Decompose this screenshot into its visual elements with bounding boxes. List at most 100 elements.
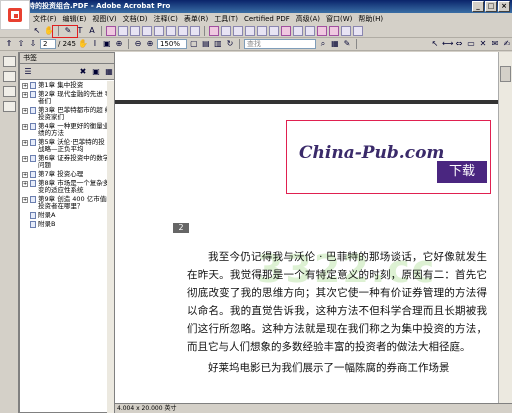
transparency-icon[interactable]: ▦ (330, 39, 340, 49)
menu-window[interactable]: 窗口(W) (323, 13, 355, 25)
article-tool-icon[interactable] (329, 26, 339, 36)
rotate-icon[interactable]: ↻ (225, 39, 235, 49)
menu-comments[interactable]: 注释(C) (151, 13, 181, 25)
hand-icon[interactable]: ✋ (78, 39, 88, 49)
comment-icon[interactable]: ✉ (490, 39, 500, 49)
table-tool-icon[interactable] (257, 26, 267, 36)
download-button[interactable]: 下载 (437, 161, 487, 183)
page-number-input[interactable]: 2 (40, 39, 56, 49)
scrollbar-thumb[interactable] (500, 66, 511, 82)
bookmark-page-icon (30, 171, 36, 178)
bookmark-item[interactable]: + 第9章 创造 400 亿市值的 投资者在哪里？ (20, 196, 114, 210)
image-tool-icon[interactable] (190, 26, 200, 36)
menu-tools[interactable]: 工具(T) (211, 13, 241, 25)
china-pub-logo: China-Pub.com (299, 143, 445, 163)
menu-edit[interactable]: 编辑(E) (60, 13, 90, 25)
ruler-icon[interactable]: ⟷ (442, 39, 453, 49)
calc-tool-icon[interactable] (209, 26, 219, 36)
form-tool-icon[interactable] (106, 26, 116, 36)
expand-icon[interactable]: + (22, 181, 28, 187)
bookmark-item[interactable]: + 第5章 沃伦·巴菲特的投 资战略—正负平均 (20, 139, 114, 153)
fit-page-icon[interactable]: ▤ (201, 39, 211, 49)
bookmark-item[interactable]: 附录B (20, 221, 114, 228)
bookmark-item[interactable]: + 第3章 巴菲特都市的超 级投资家们 (20, 107, 114, 121)
bookmark-item[interactable]: + 第6章 证券投资中的数学 问题 (20, 155, 114, 169)
minimize-button[interactable]: _ (472, 1, 484, 12)
close-button[interactable]: × (498, 1, 510, 12)
zoom-level-select[interactable]: 150% (156, 39, 187, 49)
expand-icon[interactable]: + (22, 156, 28, 162)
distance-icon[interactable]: ⇔ (454, 39, 464, 49)
stamp-tool-icon[interactable] (317, 26, 327, 36)
delete-bookmark-icon[interactable]: ✖ (78, 67, 88, 77)
link-tool-icon[interactable] (269, 26, 279, 36)
eraser-icon[interactable]: ✕ (478, 39, 488, 49)
sign-icon[interactable]: ✍ (502, 39, 512, 49)
menu-forms[interactable]: 表单(R) (181, 13, 211, 25)
signatures-tab-icon[interactable] (3, 86, 16, 97)
bookmark-item[interactable]: + 第7章 投资心理 (20, 171, 114, 178)
paragraph: 好莱坞电影已为我们展示了一幅陈腐的券商工作场景 (208, 362, 450, 374)
pencil-icon[interactable]: ✎ (342, 39, 352, 49)
menu-certified-pdf[interactable]: Certified PDF (241, 13, 293, 25)
bookmark-item[interactable]: + 第8章 市场是一个复杂多 变的适应性系统 (20, 180, 114, 194)
date-tool-icon[interactable] (245, 26, 255, 36)
menu-view[interactable]: 视图(V) (89, 13, 119, 25)
menu-file[interactable]: 文件(F) (30, 13, 60, 25)
sound-tool-icon[interactable] (293, 26, 303, 36)
layers-tab-icon[interactable] (3, 101, 16, 112)
button-tool-icon[interactable] (178, 26, 188, 36)
checkbox-tool-icon[interactable] (118, 26, 128, 36)
select-text-icon[interactable]: I (90, 39, 100, 49)
expand-icon[interactable]: + (22, 197, 28, 203)
zoom-out-icon[interactable]: ⊖ (133, 39, 143, 49)
measure-tool-icon[interactable] (353, 26, 363, 36)
bookmarks-scrollbar[interactable] (107, 81, 114, 413)
movie-tool-icon[interactable] (305, 26, 315, 36)
expand-icon[interactable]: + (22, 140, 28, 146)
pages-tab-icon[interactable] (3, 56, 16, 67)
menu-help[interactable]: 帮助(H) (355, 13, 386, 25)
crop-tool-icon[interactable] (341, 26, 351, 36)
search-input[interactable]: 查找 (243, 39, 316, 49)
bookmarks-tab-icon[interactable] (3, 71, 16, 82)
signature-tool-icon[interactable] (233, 26, 243, 36)
bookmark-item[interactable]: + 第4章 一种更好的衡量业 绩的方法 (20, 123, 114, 137)
expand-icon[interactable]: + (22, 83, 28, 89)
menu-advanced[interactable]: 高级(A) (293, 13, 323, 25)
expand-icon[interactable]: + (22, 124, 28, 130)
bookmark-item[interactable]: 附录A (20, 212, 114, 219)
select-tool-icon[interactable]: ↖ (32, 26, 42, 36)
zoom-icon[interactable]: ⊕ (114, 39, 124, 49)
expand-bookmark-icon[interactable]: ▦ (104, 67, 114, 77)
snapshot-icon[interactable]: ▣ (102, 39, 112, 49)
maximize-button[interactable]: □ (485, 1, 497, 12)
list-tool-icon[interactable] (142, 26, 152, 36)
field-tool-icon[interactable] (166, 26, 176, 36)
expand-icon[interactable]: + (22, 108, 28, 114)
expand-icon[interactable]: + (22, 92, 28, 98)
area-icon[interactable]: ▭ (466, 39, 476, 49)
document-scrollbar[interactable] (498, 52, 512, 413)
new-bookmark-icon[interactable]: ▣ (91, 67, 101, 77)
bookmark-item[interactable]: + 第2章 现代金融的先进 导者们 (20, 91, 114, 105)
radio-tool-icon[interactable] (130, 26, 140, 36)
actual-size-icon[interactable]: ▢ (189, 39, 199, 49)
next-page-icon[interactable]: ⇩ (28, 39, 38, 49)
previous-page-icon[interactable]: ⇧ (16, 39, 26, 49)
bookmark-page-icon (30, 196, 36, 203)
bookmark-item[interactable]: + 第1章 集中投资 (20, 82, 114, 89)
attach-tool-icon[interactable] (281, 26, 291, 36)
barcode-tool-icon[interactable] (221, 26, 231, 36)
zoom-in-icon[interactable]: ⊕ (145, 39, 155, 49)
combo-tool-icon[interactable] (154, 26, 164, 36)
menu-document[interactable]: 文档(D) (120, 13, 151, 25)
first-page-icon[interactable]: ⇑ (4, 39, 14, 49)
search-icon[interactable]: ⌕ (318, 39, 328, 49)
highlight-tool-icon[interactable]: A (87, 26, 97, 36)
options-icon[interactable]: ☰ (23, 67, 33, 77)
download-banner[interactable]: China-Pub.com 下载 (286, 120, 491, 194)
fit-width-icon[interactable]: ▥ (213, 39, 223, 49)
pointer-icon[interactable]: ↖ (430, 39, 440, 49)
expand-icon[interactable]: + (22, 172, 28, 178)
